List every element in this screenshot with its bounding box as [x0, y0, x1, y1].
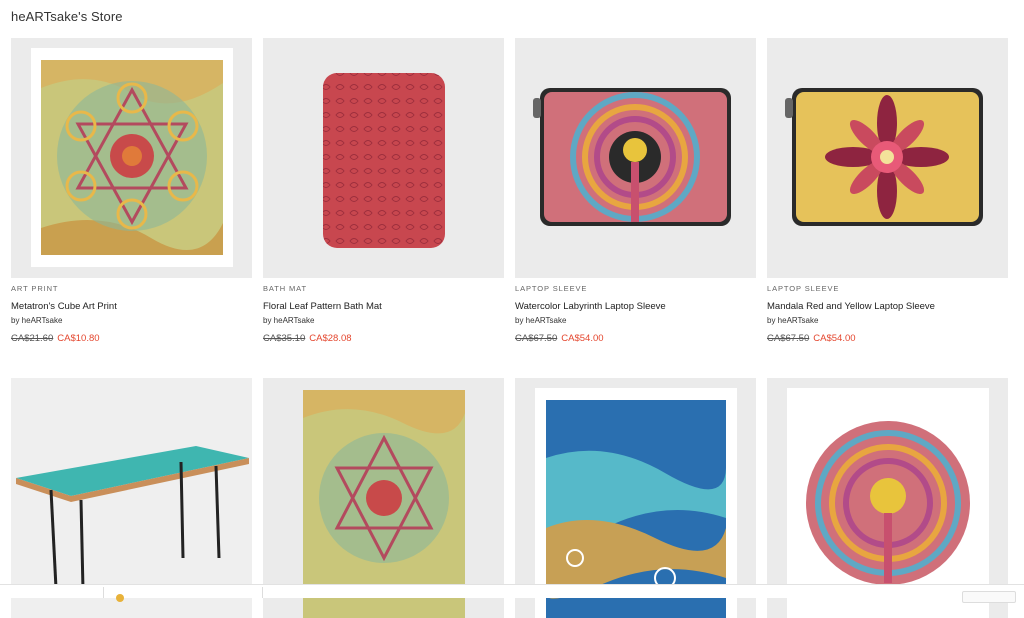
bath-mat-image — [323, 73, 445, 248]
product-image[interactable] — [767, 378, 1008, 618]
product-card-metatron-2[interactable] — [263, 378, 504, 618]
product-artist[interactable]: by heARTsake — [515, 316, 756, 325]
product-artist[interactable]: by heARTsake — [11, 316, 252, 325]
product-image[interactable] — [263, 38, 504, 278]
ocean-art-image — [535, 388, 737, 618]
product-category: LAPTOP SLEEVE — [515, 284, 588, 293]
product-prices: CA$67.50 CA$54.00 — [515, 333, 756, 344]
store-title: heARTsake's Store — [11, 9, 123, 24]
product-image[interactable] — [515, 378, 756, 618]
product-card-ocean-print[interactable] — [515, 378, 756, 618]
divider — [103, 587, 104, 598]
product-card-labyrinth-print[interactable] — [767, 378, 1008, 618]
badge-icon — [116, 594, 124, 602]
art-print-image — [31, 48, 233, 267]
table-image — [16, 446, 249, 591]
labyrinth-image — [787, 388, 989, 618]
original-price: CA$67.50 — [515, 333, 558, 344]
product-prices: CA$21.60 CA$10.80 — [11, 333, 252, 344]
product-category: ART PRINT — [11, 284, 59, 293]
product-card-bath-mat[interactable]: BATH MAT Floral Leaf Pattern Bath Mat by… — [263, 38, 504, 344]
laptop-sleeve-image — [785, 88, 983, 226]
product-category: BATH MAT — [263, 284, 308, 293]
product-image[interactable] — [263, 378, 504, 618]
product-name[interactable]: Metatron's Cube Art Print — [11, 301, 252, 312]
product-prices: CA$67.50 CA$54.00 — [767, 333, 1008, 344]
product-category: LAPTOP SLEEVE — [767, 284, 840, 293]
laptop-sleeve-image — [533, 88, 731, 226]
bottom-button[interactable] — [962, 591, 1016, 603]
sale-price: CA$28.08 — [309, 333, 352, 344]
product-card-labyrinth-sleeve[interactable]: LAPTOP SLEEVE Watercolor Labyrinth Lapto… — [515, 38, 756, 344]
product-prices: CA$35.10 CA$28.08 — [263, 333, 504, 344]
product-name[interactable]: Floral Leaf Pattern Bath Mat — [263, 301, 504, 312]
product-artist[interactable]: by heARTsake — [767, 316, 1008, 325]
product-card-coffee-table[interactable] — [11, 378, 252, 618]
bottom-bar — [0, 584, 1024, 603]
product-card-metatron-print[interactable]: ART PRINT Metatron's Cube Art Print by h… — [11, 38, 252, 344]
product-image[interactable] — [515, 38, 756, 278]
product-image[interactable] — [767, 38, 1008, 278]
original-price: CA$35.10 — [263, 333, 306, 344]
product-image[interactable] — [11, 38, 252, 278]
sale-price: CA$10.80 — [57, 333, 100, 344]
original-price: CA$21.60 — [11, 333, 54, 344]
product-card-mandala-sleeve[interactable]: LAPTOP SLEEVE Mandala Red and Yellow Lap… — [767, 38, 1008, 344]
art-image — [303, 390, 465, 618]
divider — [262, 587, 263, 598]
product-artist[interactable]: by heARTsake — [263, 316, 504, 325]
product-image[interactable] — [11, 378, 252, 618]
sale-price: CA$54.00 — [813, 333, 856, 344]
product-name[interactable]: Watercolor Labyrinth Laptop Sleeve — [515, 301, 756, 312]
sale-price: CA$54.00 — [561, 333, 604, 344]
product-name[interactable]: Mandala Red and Yellow Laptop Sleeve — [767, 301, 1008, 312]
original-price: CA$67.50 — [767, 333, 810, 344]
